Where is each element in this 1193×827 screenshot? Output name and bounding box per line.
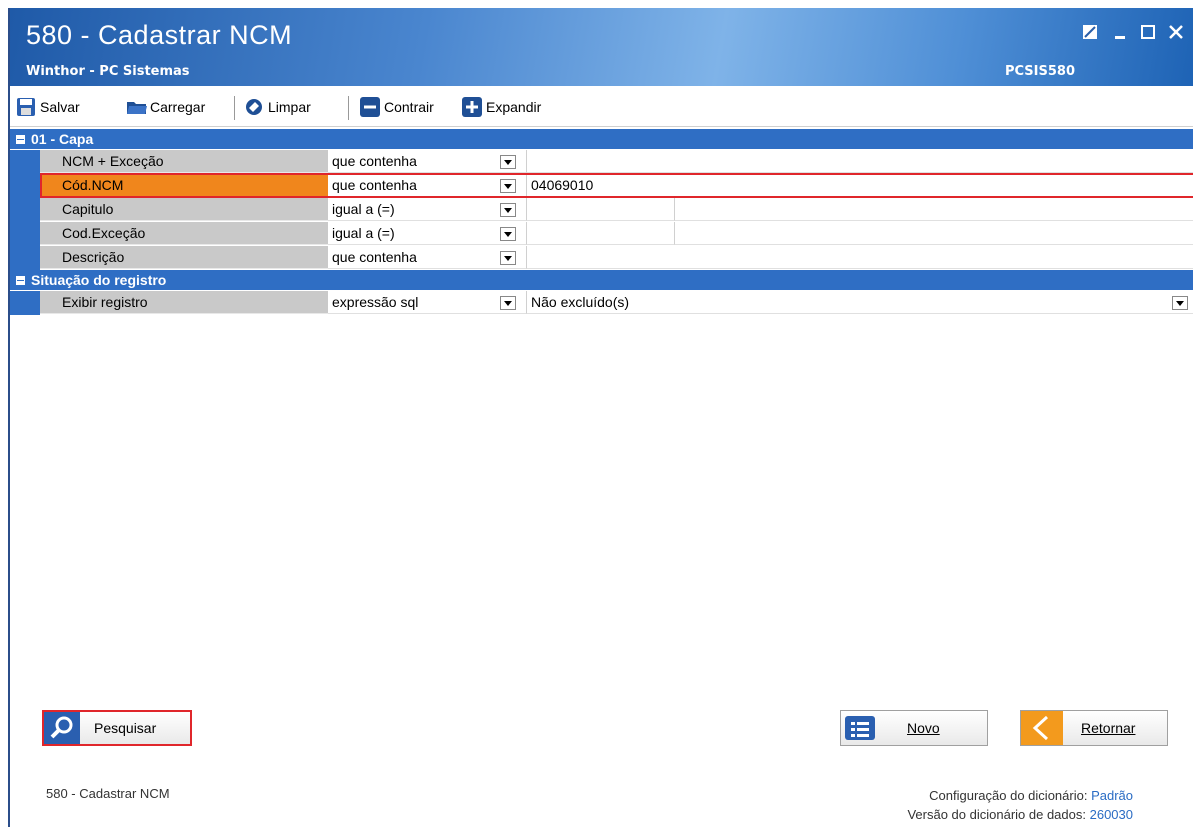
minimize-icon[interactable] (1109, 22, 1131, 44)
dict-config-value: Padrão (1091, 788, 1133, 803)
value-input[interactable]: 04069010 (526, 174, 1193, 197)
row-label[interactable]: Descrição (40, 246, 328, 269)
value-input[interactable] (526, 246, 1193, 269)
maximize-icon[interactable] (1137, 22, 1159, 44)
window-title: 580 - Cadastrar NCM (26, 20, 293, 50)
operator-dropdown-icon[interactable] (500, 155, 516, 169)
dict-version-label: Versão do dicionário de dados: (907, 807, 1086, 822)
operator-select[interactable]: igual a (=) (328, 198, 526, 221)
clear-button[interactable]: Limpar (244, 96, 311, 118)
expand-button[interactable]: Expandir (462, 96, 541, 118)
footer-program: 580 - Cadastrar NCM (46, 786, 170, 801)
expand-label: Expandir (486, 99, 542, 115)
close-icon[interactable] (1165, 22, 1187, 44)
collapse-label: Contrair (384, 99, 434, 115)
status-dropdown-icon[interactable] (1172, 296, 1188, 310)
filter-row-cod-excecao: Cod.Exceção igual a (=) (10, 222, 1193, 246)
value-input-end[interactable] (674, 198, 1193, 221)
minus-icon (360, 97, 380, 117)
filter-row-cod-ncm: Cód.NCM que contenha 04069010 (10, 173, 1193, 198)
main-window: 580 - Cadastrar NCM Winthor - PC Sistema… (8, 8, 1193, 827)
clear-label: Limpar (268, 99, 311, 115)
status-select[interactable]: Não excluído(s) (526, 291, 1193, 314)
search-button[interactable]: Pesquisar (42, 710, 192, 746)
operator-select[interactable]: que contenha (328, 246, 526, 269)
folder-icon (126, 97, 147, 117)
operator-select[interactable]: que contenha (328, 174, 526, 197)
filter-row-descricao: Descrição que contenha (10, 246, 1193, 270)
return-button[interactable]: Retornar (1020, 710, 1168, 746)
eraser-icon (244, 97, 264, 117)
toolbar-divider (348, 96, 349, 120)
filter-row-ncm-excecao: NCM + Exceção que contenha (10, 150, 1193, 174)
save-button[interactable]: Salvar (16, 96, 80, 118)
plus-icon (462, 97, 482, 117)
value-input[interactable] (526, 150, 1193, 173)
search-label: Pesquisar (94, 720, 157, 736)
row-label[interactable]: Cod.Exceção (40, 222, 328, 245)
footer-dictionary-info: Configuração do dicionário: Padrão Versã… (907, 786, 1133, 824)
section-title: Situação do registro (31, 272, 167, 288)
operator-select[interactable]: expressão sql (328, 291, 526, 314)
operator-select[interactable]: que contenha (328, 150, 526, 173)
operator-dropdown-icon[interactable] (500, 296, 516, 310)
return-label: Retornar (1081, 720, 1136, 736)
back-arrow-icon (1021, 711, 1063, 745)
operator-select[interactable]: igual a (=) (328, 222, 526, 245)
load-button[interactable]: Carregar (126, 96, 205, 118)
search-icon (44, 712, 80, 744)
new-label: Novo (907, 720, 940, 736)
row-label[interactable]: Exibir registro (40, 291, 328, 314)
operator-dropdown-icon[interactable] (500, 179, 516, 193)
toolbar: Salvar Carregar Limpar Contrair Expandir (10, 88, 1193, 127)
row-label[interactable]: Capitulo (40, 198, 328, 221)
operator-dropdown-icon[interactable] (500, 227, 516, 241)
dict-config-label: Configuração do dicionário: (929, 788, 1088, 803)
collapse-button[interactable]: Contrair (360, 96, 434, 118)
value-input-start[interactable] (526, 198, 674, 221)
save-icon (16, 97, 36, 117)
operator-dropdown-icon[interactable] (500, 251, 516, 265)
new-button[interactable]: Novo (840, 710, 988, 746)
window-subtitle: Winthor - PC Sistemas (26, 64, 190, 79)
section-situacao-header[interactable]: Situação do registro (10, 270, 1193, 290)
collapse-toggle-icon[interactable] (16, 134, 25, 144)
section-capa-header[interactable]: 01 - Capa (10, 129, 1193, 149)
title-bar: 580 - Cadastrar NCM Winthor - PC Sistema… (10, 8, 1193, 86)
value-input-end[interactable] (674, 222, 1193, 245)
restore-icon[interactable] (1079, 22, 1101, 44)
toolbar-divider (234, 96, 235, 120)
load-label: Carregar (150, 99, 206, 115)
filter-row-capitulo: Capitulo igual a (=) (10, 198, 1193, 222)
program-code: PCSIS580 (1004, 64, 1075, 79)
value-input-start[interactable] (526, 222, 674, 245)
save-label: Salvar (40, 99, 80, 115)
new-record-icon (845, 714, 877, 742)
operator-dropdown-icon[interactable] (500, 203, 516, 217)
section-title: 01 - Capa (31, 131, 94, 147)
row-label[interactable]: NCM + Exceção (40, 150, 328, 173)
filter-row-exibir-registro: Exibir registro expressão sql Não excluí… (10, 291, 1193, 315)
row-label[interactable]: Cód.NCM (40, 174, 328, 197)
dict-version-value: 260030 (1089, 807, 1133, 822)
collapse-toggle-icon[interactable] (16, 275, 25, 285)
